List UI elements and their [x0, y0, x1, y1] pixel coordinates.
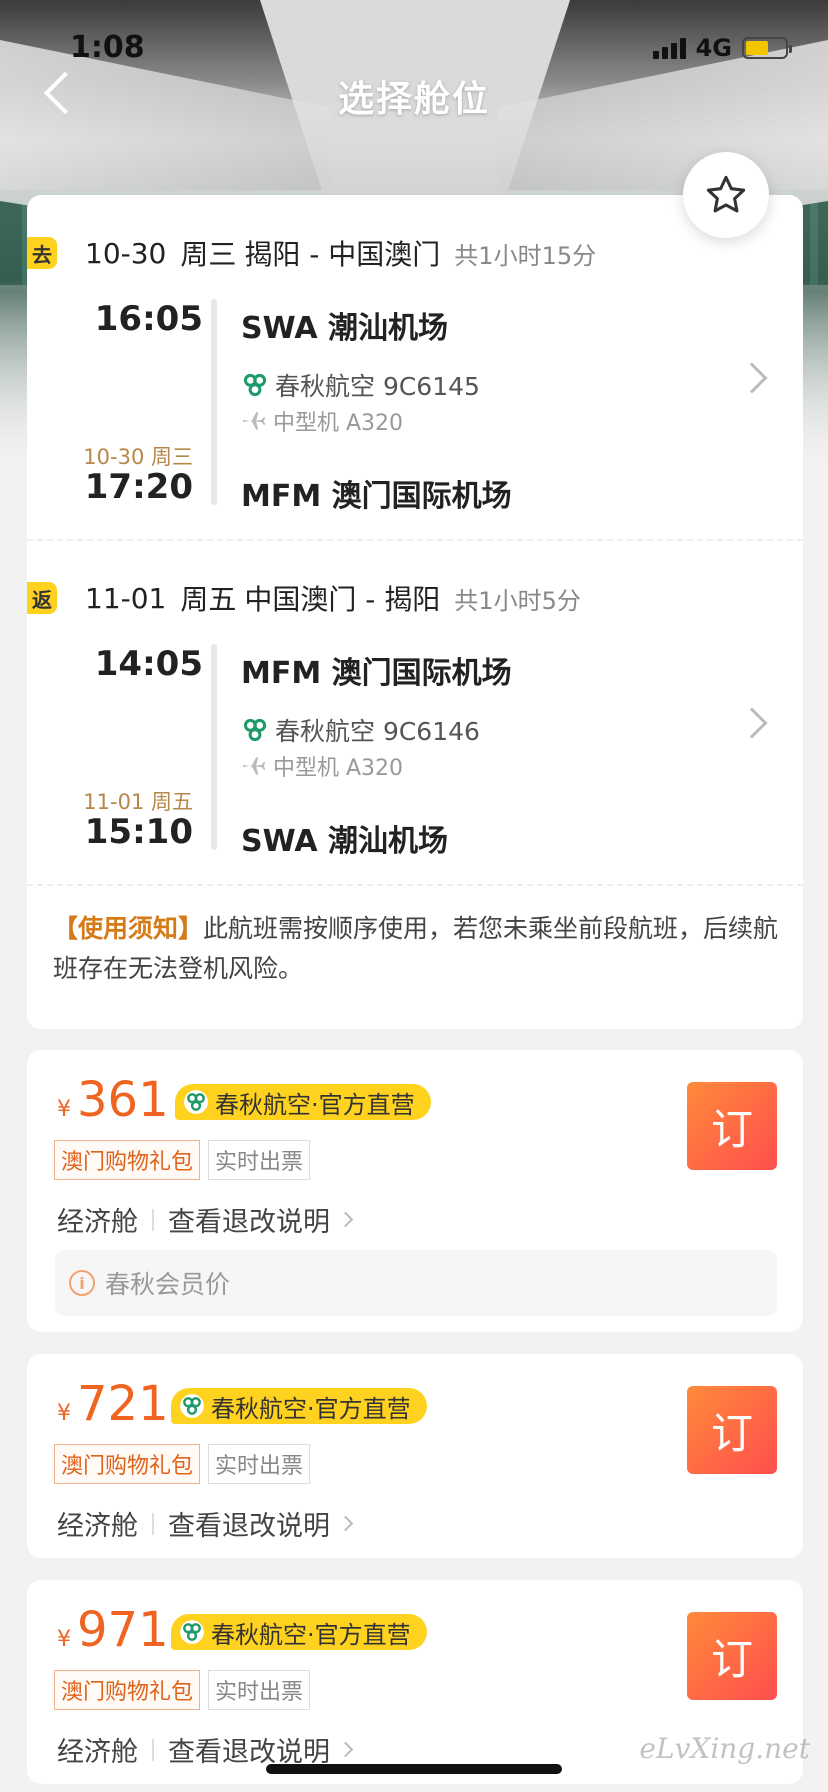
book-button[interactable]: 订 [687, 1082, 777, 1170]
chevron-right-icon [337, 1211, 354, 1228]
book-button[interactable]: 订 [687, 1386, 777, 1474]
price-amount: 971 [77, 1602, 169, 1658]
offer-price: ¥ 971 [57, 1602, 169, 1658]
aircraft-info: 中型机 A320 [241, 405, 403, 437]
chevron-right-icon[interactable] [736, 707, 768, 739]
separator [152, 1208, 154, 1231]
timeline-bar [211, 644, 217, 850]
instant-ticket-tag: 实时出票 [208, 1670, 311, 1710]
offer-tags: 澳门购物礼包 实时出票 [54, 1140, 311, 1180]
currency-symbol: ¥ [57, 1627, 71, 1652]
refund-rules-link[interactable]: 查看退改说明 [168, 1504, 330, 1543]
airline-badge-label: 春秋航空·官方直营 [211, 1394, 411, 1423]
segment-route: 中国澳门 - 揭阳 [244, 583, 441, 616]
member-price-row: i 春秋会员价 [55, 1250, 777, 1316]
segment-tag: 去 [27, 237, 57, 269]
gift-tag: 澳门购物礼包 [54, 1444, 201, 1484]
departure-airport: MFM 澳门国际机场 [241, 656, 512, 691]
cabin-row: 经济舱 查看退改说明 [57, 1200, 354, 1239]
offer-price: ¥ 361 [57, 1072, 169, 1128]
spring-airlines-logo-icon [180, 1620, 204, 1644]
chevron-right-icon [337, 1741, 354, 1758]
segment-header: 去 10-30 周三 揭阳 - 中国澳门 共1小时15分 [27, 233, 596, 273]
chevron-right-icon [337, 1515, 354, 1532]
airline-badge-label: 春秋航空·官方直营 [215, 1090, 415, 1119]
segment-weekday: 周五 [180, 583, 237, 616]
spring-airlines-logo-icon [180, 1394, 204, 1418]
departure-time: 14:05 [94, 644, 203, 684]
segment-outbound[interactable]: 去 10-30 周三 揭阳 - 中国澳门 共1小时15分 16:05 10-30… [27, 195, 803, 540]
instant-ticket-tag: 实时出票 [208, 1140, 311, 1180]
segment-date: 11-01 [85, 581, 167, 615]
usage-notice: 【使用须知】此航班需按顺序使用，若您未乘坐前段航班，后续航班存在无法登机风险。 [53, 909, 783, 989]
flight-info: 春秋航空 9C6145 [241, 367, 480, 403]
offer-card[interactable]: ¥ 361 春秋航空·官方直营 澳门购物礼包 实时出票 经济舱 查看退改说明 订… [27, 1050, 803, 1332]
chevron-right-icon[interactable] [736, 362, 768, 394]
price-amount: 361 [77, 1072, 169, 1128]
cabin-class: 经济舱 [57, 1511, 138, 1542]
segment-date: 10-30 [85, 236, 167, 270]
segment-header: 返 11-01 周五 中国澳门 - 揭阳 共1小时5分 [27, 578, 581, 618]
network-label: 4G [695, 34, 732, 62]
segment-weekday: 周三 [180, 238, 237, 271]
cabin-row: 经济舱 查看退改说明 [57, 1504, 354, 1543]
battery-icon [742, 37, 792, 59]
spring-airlines-logo-icon [243, 373, 267, 397]
home-indicator[interactable] [266, 1764, 562, 1774]
departure-time: 16:05 [94, 299, 203, 339]
spring-airlines-logo-icon [184, 1090, 208, 1114]
divider [27, 884, 803, 886]
favorite-button[interactable] [683, 152, 769, 238]
gift-tag: 澳门购物礼包 [54, 1140, 201, 1180]
arrival-time: 17:20 [84, 467, 193, 507]
airline-badge-label: 春秋航空·官方直营 [211, 1620, 411, 1649]
info-icon: i [69, 1270, 95, 1296]
departure-airport: SWA 潮汕机场 [241, 311, 449, 346]
arrival-time: 15:10 [84, 812, 193, 852]
airline-badge: 春秋航空·官方直营 [175, 1084, 431, 1120]
itinerary-card: 去 10-30 周三 揭阳 - 中国澳门 共1小时15分 16:05 10-30… [27, 195, 803, 1029]
watermark: eLvXing.net [639, 1732, 810, 1765]
page-title: 选择舱位 [337, 79, 490, 120]
offer-tags: 澳门购物礼包 实时出票 [54, 1444, 311, 1484]
segment-tag: 返 [27, 582, 57, 614]
separator [152, 1738, 154, 1761]
spring-airlines-logo-icon [243, 718, 267, 742]
airline-flight-number: 春秋航空 9C6145 [275, 372, 480, 401]
aircraft-info: 中型机 A320 [241, 750, 403, 782]
book-button[interactable]: 订 [687, 1612, 777, 1700]
offer-tags: 澳门购物礼包 实时出票 [54, 1670, 311, 1710]
offer-card[interactable]: ¥ 721 春秋航空·官方直营 澳门购物礼包 实时出票 经济舱 查看退改说明 订 [27, 1354, 803, 1558]
cabin-class: 经济舱 [57, 1737, 138, 1768]
currency-symbol: ¥ [57, 1097, 71, 1122]
airline-badge: 春秋航空·官方直营 [171, 1614, 427, 1650]
arrival-airport: SWA 潮汕机场 [241, 824, 449, 859]
plane-icon [243, 412, 266, 430]
plane-icon [243, 757, 266, 775]
arrival-airport: MFM 澳门国际机场 [241, 479, 512, 514]
currency-symbol: ¥ [57, 1401, 71, 1426]
member-price-label: 春秋会员价 [105, 1270, 231, 1299]
notice-highlight: 【使用须知】 [53, 914, 204, 943]
price-amount: 721 [77, 1376, 169, 1432]
segment-duration: 共1小时5分 [454, 586, 581, 615]
aircraft-type: 中型机 A320 [273, 411, 404, 436]
instant-ticket-tag: 实时出票 [208, 1444, 311, 1484]
segment-return[interactable]: 返 11-01 周五 中国澳门 - 揭阳 共1小时5分 14:05 11-01 … [27, 540, 803, 885]
nav-bar: 选择舱位 [0, 60, 828, 130]
timeline-bar [211, 299, 217, 505]
refund-rules-link[interactable]: 查看退改说明 [168, 1200, 330, 1239]
segment-route: 揭阳 - 中国澳门 [244, 238, 441, 271]
cabin-class: 经济舱 [57, 1207, 138, 1238]
gift-tag: 澳门购物礼包 [54, 1670, 201, 1710]
airline-badge: 春秋航空·官方直营 [171, 1388, 427, 1424]
aircraft-type: 中型机 A320 [273, 756, 404, 781]
airline-flight-number: 春秋航空 9C6146 [275, 717, 480, 746]
offer-price: ¥ 721 [57, 1376, 169, 1432]
flight-info: 春秋航空 9C6146 [241, 712, 480, 748]
separator [152, 1512, 154, 1535]
signal-icon [652, 37, 686, 59]
segment-duration: 共1小时15分 [454, 241, 597, 270]
star-icon [706, 175, 746, 213]
